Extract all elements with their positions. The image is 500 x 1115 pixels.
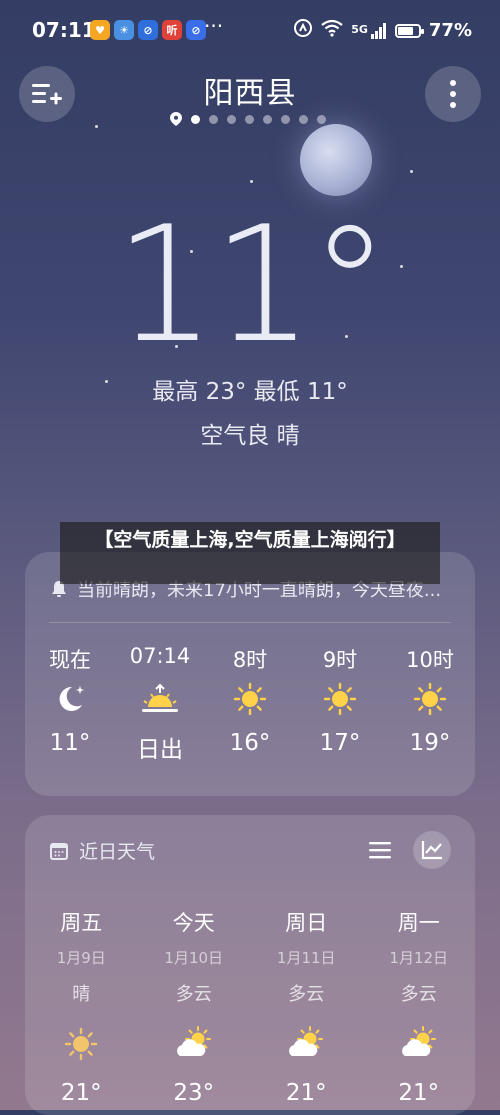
day-temperature: 21° xyxy=(60,1080,102,1106)
card-divider xyxy=(49,622,451,623)
page-dot xyxy=(281,114,290,124)
air-quality-condition[interactable]: 空气良 晴 xyxy=(0,416,500,450)
location-pin-icon xyxy=(170,112,182,126)
daily-item[interactable]: 周五 1月9日晴 21° xyxy=(25,907,138,1106)
article-title-overlay: 【空气质量上海,空气质量上海阅行】 xyxy=(60,522,440,584)
sun-icon xyxy=(385,674,475,724)
browser-app-icon-2: ⊘ xyxy=(186,20,206,40)
browser-app-icon: ⊘ xyxy=(138,20,158,40)
partly-cloudy-icon xyxy=(138,1016,251,1072)
hourly-item: 07:14 日出 xyxy=(115,644,205,764)
list-icon xyxy=(369,842,391,859)
current-temperature: 11° xyxy=(114,191,390,378)
page-dot xyxy=(299,114,308,124)
list-view-button[interactable] xyxy=(361,831,399,869)
app-notification-icon: ♥ xyxy=(90,20,110,40)
daily-item[interactable]: 周一 1月12日多云 21° xyxy=(363,907,476,1106)
status-time: 07:11 xyxy=(32,18,96,42)
daily-item[interactable]: 周日 1月11日多云 21° xyxy=(250,907,363,1106)
day-condition: 多云 xyxy=(288,984,325,1005)
status-bar: 07:11 ♥ ☀ ⊘ 听 ⊘ ··· 5G 77% xyxy=(0,0,500,60)
battery-percent: 77% xyxy=(428,20,472,41)
high-low-temperature: 最高 23° 最低 11° xyxy=(152,379,348,405)
day-name: 周一 xyxy=(397,911,440,935)
day-temperature: 23° xyxy=(173,1080,215,1106)
page-dot xyxy=(227,114,236,124)
network-label: 5G xyxy=(351,22,368,36)
hour-value: 11° xyxy=(49,730,91,756)
page-dot xyxy=(317,114,326,124)
daily-item[interactable]: 今天 1月10日多云 23° xyxy=(138,907,251,1106)
day-date: 1月10日 xyxy=(164,949,224,967)
wifi-icon xyxy=(321,19,343,42)
day-condition: 晴 xyxy=(72,984,91,1005)
page-dot xyxy=(245,114,254,124)
daily-header: 近日天气 xyxy=(49,837,155,864)
page-dot xyxy=(191,114,200,124)
day-name: 周日 xyxy=(285,911,328,935)
hourly-forecast-card[interactable]: 当前晴朗，未来17小时一直晴朗，今天昼夜... 现在 11° 07:14 日出 8时 16… xyxy=(25,552,475,796)
hour-label: 8时 xyxy=(232,648,268,672)
nfc-icon xyxy=(293,18,313,43)
day-name: 今天 xyxy=(172,911,215,935)
more-notifications-icon: ··· xyxy=(204,14,224,38)
status-right: 5G 77% xyxy=(293,18,472,43)
day-condition: 多云 xyxy=(400,984,437,1005)
sun-dim-icon xyxy=(25,1016,138,1072)
moon-illustration xyxy=(300,124,372,196)
signal-icon: 5G xyxy=(351,22,387,39)
battery-level xyxy=(397,26,414,35)
line-chart-icon xyxy=(421,841,442,860)
battery-icon xyxy=(394,23,424,38)
sun-icon xyxy=(295,674,385,724)
hourly-item: 10时 19° xyxy=(385,644,475,764)
hour-label: 10时 xyxy=(406,648,454,672)
sunrise-icon xyxy=(115,674,205,724)
day-date: 1月9日 xyxy=(56,949,106,967)
page-dot xyxy=(263,114,272,124)
moon-night-icon xyxy=(25,674,115,724)
day-name: 周五 xyxy=(60,911,103,935)
day-temperature: 21° xyxy=(285,1080,327,1106)
view-toggle xyxy=(361,831,451,869)
hour-value: 16° xyxy=(229,730,271,756)
hourly-item: 9时 17° xyxy=(295,644,385,764)
hour-value: 日出 xyxy=(137,737,183,763)
star xyxy=(250,180,253,183)
hour-label: 现在 xyxy=(49,648,91,672)
page-indicator xyxy=(170,112,326,126)
hour-label: 9时 xyxy=(322,648,358,672)
partly-cloudy-icon xyxy=(363,1016,476,1072)
day-condition: 多云 xyxy=(175,984,212,1005)
city-name[interactable]: 阳西县 xyxy=(0,68,500,112)
daily-forecast-card[interactable]: 近日天气 周五 1月9日晴 21° 今天 1月10日 多云 23° 周日 1月11日 多云 21° 周… xyxy=(25,815,475,1115)
hour-value: 17° xyxy=(319,730,361,756)
weather-app-icon: ☀ xyxy=(114,20,134,40)
hour-label: 07:14 xyxy=(129,644,191,668)
hourly-item: 8时 16° xyxy=(205,644,295,764)
partly-cloudy-icon xyxy=(250,1016,363,1072)
day-date: 1月11日 xyxy=(276,949,336,967)
hourly-list: 现在 11° 07:14 日出 8时 16° 9时 17° 10时 19° xyxy=(25,644,475,764)
news-app-icon: 听 xyxy=(162,20,182,40)
star xyxy=(410,170,413,173)
calendar-icon xyxy=(50,842,68,860)
chart-view-button[interactable] xyxy=(413,831,451,869)
hourly-item: 现在 11° xyxy=(25,644,115,764)
star xyxy=(95,125,98,128)
notification-icons: ♥ ☀ ⊘ 听 ⊘ xyxy=(90,20,206,40)
hour-value: 19° xyxy=(409,730,451,756)
daily-list: 周五 1月9日晴 21° 今天 1月10日多云 23° 周日 1月11日多云 21° 周一 1月12… xyxy=(25,907,475,1106)
page-dot xyxy=(209,114,218,124)
sun-icon xyxy=(205,674,295,724)
daily-title: 近日天气 xyxy=(79,841,156,863)
day-temperature: 21° xyxy=(398,1080,440,1106)
day-date: 1月12日 xyxy=(389,949,449,967)
